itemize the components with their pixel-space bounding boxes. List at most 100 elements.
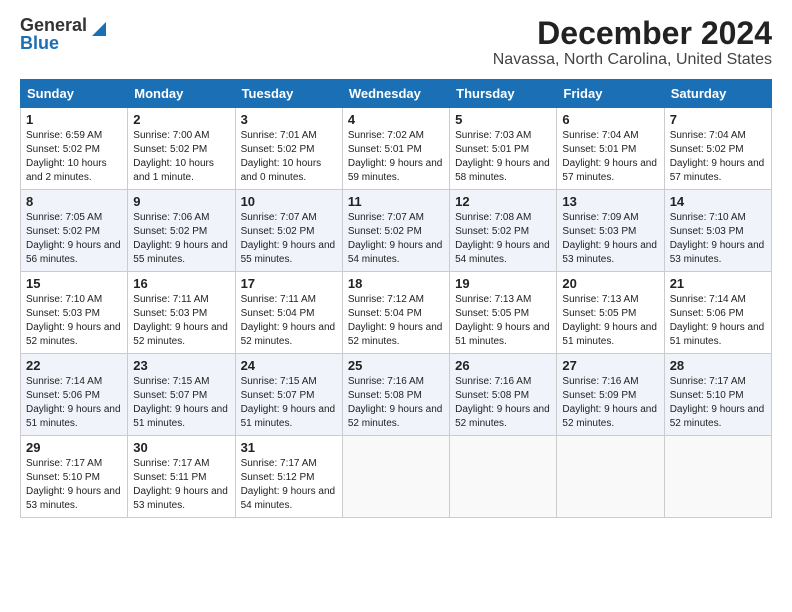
day-info: Sunrise: 7:07 AMSunset: 5:02 PMDaylight:… (348, 211, 444, 267)
weekday-header: Friday (557, 80, 664, 108)
calendar-cell: 17 Sunrise: 7:11 AMSunset: 5:04 PMDayligh… (235, 272, 342, 354)
calendar-cell: 8 Sunrise: 7:05 AMSunset: 5:02 PMDaylight… (21, 190, 128, 272)
day-info: Sunrise: 7:04 AMSunset: 5:01 PMDaylight:… (562, 129, 658, 185)
day-number: 13 (562, 194, 658, 209)
day-number: 19 (455, 276, 551, 291)
calendar-cell: 25 Sunrise: 7:16 AMSunset: 5:08 PMDayligh… (342, 354, 449, 436)
day-number: 2 (133, 112, 229, 127)
calendar-cell: 14Sunrise: 7:10 AMSunset: 5:03 PMDayligh… (664, 190, 771, 272)
weekday-header: Thursday (450, 80, 557, 108)
calendar-week-row: 29Sunrise: 7:17 AMSunset: 5:10 PMDayligh… (21, 436, 772, 518)
day-number: 22 (26, 358, 122, 373)
day-number: 5 (455, 112, 551, 127)
title-block: December 2024 Navassa, North Carolina, U… (493, 16, 772, 69)
calendar-week-row: 22 Sunrise: 7:14 AMSunset: 5:06 PMDayligh… (21, 354, 772, 436)
day-number: 25 (348, 358, 444, 373)
calendar-cell: 11Sunrise: 7:07 AMSunset: 5:02 PMDayligh… (342, 190, 449, 272)
calendar-cell: 27 Sunrise: 7:16 AMSunset: 5:09 PMDayligh… (557, 354, 664, 436)
weekday-header: Sunday (21, 80, 128, 108)
day-number: 14 (670, 194, 766, 209)
day-info: Sunrise: 7:16 AMSunset: 5:08 PMDaylight:… (348, 375, 444, 431)
calendar-cell: 16Sunrise: 7:11 AMSunset: 5:03 PMDayligh… (128, 272, 235, 354)
calendar-cell: 24 Sunrise: 7:15 AMSunset: 5:07 PMDayligh… (235, 354, 342, 436)
day-number: 8 (26, 194, 122, 209)
page: General Blue December 2024 Navassa, Nort… (0, 0, 792, 534)
day-info: Sunrise: 7:17 AMSunset: 5:10 PMDaylight:… (670, 375, 766, 431)
day-number: 4 (348, 112, 444, 127)
day-info: Sunrise: 7:15 AMSunset: 5:07 PMDaylight:… (241, 375, 337, 431)
calendar-cell: 18Sunrise: 7:12 AMSunset: 5:04 PMDayligh… (342, 272, 449, 354)
day-info: Sunrise: 7:07 AMSunset: 5:02 PMDaylight:… (241, 211, 337, 267)
day-number: 24 (241, 358, 337, 373)
logo-blue: Blue (20, 34, 59, 54)
calendar-cell: 23 Sunrise: 7:15 AMSunset: 5:07 PMDayligh… (128, 354, 235, 436)
day-number: 3 (241, 112, 337, 127)
calendar-cell (450, 436, 557, 518)
day-number: 10 (241, 194, 337, 209)
day-info: Sunrise: 7:13 AMSunset: 5:05 PMDaylight:… (562, 293, 658, 349)
day-number: 27 (562, 358, 658, 373)
calendar-week-row: 1Sunrise: 6:59 AMSunset: 5:02 PMDaylight… (21, 108, 772, 190)
day-info: Sunrise: 7:17 AMSunset: 5:11 PMDaylight:… (133, 457, 229, 513)
day-number: 17 (241, 276, 337, 291)
calendar-cell: 29Sunrise: 7:17 AMSunset: 5:10 PMDayligh… (21, 436, 128, 518)
day-number: 30 (133, 440, 229, 455)
day-info: Sunrise: 7:09 AMSunset: 5:03 PMDaylight:… (562, 211, 658, 267)
day-info: Sunrise: 7:06 AMSunset: 5:02 PMDaylight:… (133, 211, 229, 267)
page-subtitle: Navassa, North Carolina, United States (493, 51, 772, 69)
calendar-cell: 20 Sunrise: 7:13 AMSunset: 5:05 PMDayligh… (557, 272, 664, 354)
day-info: Sunrise: 7:03 AMSunset: 5:01 PMDaylight:… (455, 129, 551, 185)
day-number: 18 (348, 276, 444, 291)
calendar-cell: 28 Sunrise: 7:17 AMSunset: 5:10 PMDayligh… (664, 354, 771, 436)
calendar-cell (557, 436, 664, 518)
day-number: 9 (133, 194, 229, 209)
day-info: Sunrise: 6:59 AMSunset: 5:02 PMDaylight:… (26, 129, 122, 185)
day-info: Sunrise: 7:17 AMSunset: 5:12 PMDaylight:… (241, 457, 337, 513)
calendar-cell: 19 Sunrise: 7:13 AMSunset: 5:05 PMDayligh… (450, 272, 557, 354)
calendar-cell: 1Sunrise: 6:59 AMSunset: 5:02 PMDaylight… (21, 108, 128, 190)
day-info: Sunrise: 7:14 AMSunset: 5:06 PMDaylight:… (26, 375, 122, 431)
day-number: 20 (562, 276, 658, 291)
calendar-cell: 2Sunrise: 7:00 AMSunset: 5:02 PMDaylight… (128, 108, 235, 190)
day-info: Sunrise: 7:14 AMSunset: 5:06 PMDaylight:… (670, 293, 766, 349)
day-number: 23 (133, 358, 229, 373)
day-number: 31 (241, 440, 337, 455)
weekday-header: Saturday (664, 80, 771, 108)
calendar-cell: 5 Sunrise: 7:03 AMSunset: 5:01 PMDaylight… (450, 108, 557, 190)
calendar-week-row: 15 Sunrise: 7:10 AMSunset: 5:03 PMDayligh… (21, 272, 772, 354)
logo: General Blue (20, 16, 106, 54)
day-number: 7 (670, 112, 766, 127)
day-info: Sunrise: 7:08 AMSunset: 5:02 PMDaylight:… (455, 211, 551, 267)
weekday-header: Wednesday (342, 80, 449, 108)
day-number: 15 (26, 276, 122, 291)
day-number: 21 (670, 276, 766, 291)
calendar-cell: 7 Sunrise: 7:04 AMSunset: 5:02 PMDaylight… (664, 108, 771, 190)
day-info: Sunrise: 7:04 AMSunset: 5:02 PMDaylight:… (670, 129, 766, 185)
day-number: 28 (670, 358, 766, 373)
day-number: 16 (133, 276, 229, 291)
day-info: Sunrise: 7:15 AMSunset: 5:07 PMDaylight:… (133, 375, 229, 431)
calendar-cell: 4 Sunrise: 7:02 AMSunset: 5:01 PMDaylight… (342, 108, 449, 190)
day-info: Sunrise: 7:13 AMSunset: 5:05 PMDaylight:… (455, 293, 551, 349)
day-info: Sunrise: 7:01 AMSunset: 5:02 PMDaylight:… (241, 129, 337, 185)
calendar-cell: 22 Sunrise: 7:14 AMSunset: 5:06 PMDayligh… (21, 354, 128, 436)
day-number: 26 (455, 358, 551, 373)
calendar-cell: 6 Sunrise: 7:04 AMSunset: 5:01 PMDaylight… (557, 108, 664, 190)
page-title: December 2024 (493, 16, 772, 51)
day-info: Sunrise: 7:11 AMSunset: 5:04 PMDaylight:… (241, 293, 337, 349)
calendar-cell: 15 Sunrise: 7:10 AMSunset: 5:03 PMDayligh… (21, 272, 128, 354)
calendar-cell: 10 Sunrise: 7:07 AMSunset: 5:02 PMDayligh… (235, 190, 342, 272)
calendar: SundayMondayTuesdayWednesdayThursdayFrid… (20, 79, 772, 518)
calendar-cell (342, 436, 449, 518)
day-info: Sunrise: 7:02 AMSunset: 5:01 PMDaylight:… (348, 129, 444, 185)
day-number: 6 (562, 112, 658, 127)
calendar-cell: 13 Sunrise: 7:09 AMSunset: 5:03 PMDayligh… (557, 190, 664, 272)
day-info: Sunrise: 7:05 AMSunset: 5:02 PMDaylight:… (26, 211, 122, 267)
day-number: 12 (455, 194, 551, 209)
calendar-cell: 30 Sunrise: 7:17 AMSunset: 5:11 PMDayligh… (128, 436, 235, 518)
day-info: Sunrise: 7:16 AMSunset: 5:09 PMDaylight:… (562, 375, 658, 431)
day-info: Sunrise: 7:10 AMSunset: 5:03 PMDaylight:… (26, 293, 122, 349)
day-info: Sunrise: 7:17 AMSunset: 5:10 PMDaylight:… (26, 457, 122, 513)
calendar-header-row: SundayMondayTuesdayWednesdayThursdayFrid… (21, 80, 772, 108)
header: General Blue December 2024 Navassa, Nort… (20, 16, 772, 69)
